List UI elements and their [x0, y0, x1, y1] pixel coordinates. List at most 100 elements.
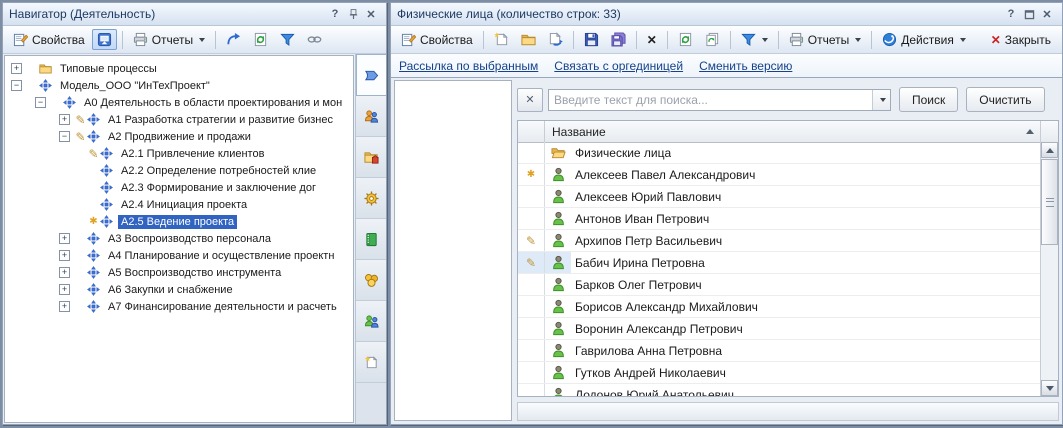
gear-icon	[364, 191, 379, 206]
properties-button[interactable]: Свойства	[8, 29, 90, 50]
tree-item-a2[interactable]: А2 Продвижение и продажи	[5, 128, 353, 145]
link-bind-orgunit[interactable]: Связать с оргединицей	[554, 59, 683, 73]
expander-plus-icon[interactable]	[59, 233, 70, 244]
reports-button[interactable]: Отчеты	[784, 29, 866, 50]
tree-item-model[interactable]: Модель_ООО "ИнТехПроект"	[5, 77, 353, 94]
copy-button[interactable]	[543, 29, 568, 50]
search-button[interactable]: Поиск	[899, 87, 958, 112]
tree-item-label: Типовые процессы	[57, 62, 160, 76]
link-change-version[interactable]: Сменить версию	[699, 59, 792, 73]
expander-plus-icon[interactable]	[59, 301, 70, 312]
tree-item-a3[interactable]: А3 Воспроизводство персонала	[5, 230, 353, 247]
table-row[interactable]: Алексеев Павел Александрович	[518, 164, 1041, 186]
category-management-button[interactable]	[356, 178, 386, 219]
expander-plus-icon[interactable]	[59, 250, 70, 261]
help-icon[interactable]	[1002, 6, 1020, 22]
tree-item-a5[interactable]: А5 Воспроизводство инструмента	[5, 264, 353, 281]
tree-item-a4[interactable]: А4 Планирование и осуществление проектн	[5, 247, 353, 264]
filter-button[interactable]	[736, 29, 773, 50]
expander-plus-icon[interactable]	[59, 114, 70, 125]
table-row[interactable]: Борисов Александр Михайлович	[518, 296, 1041, 318]
scrollbar-thumb[interactable]	[1041, 159, 1058, 245]
tree-item-a2-4[interactable]: А2.4 Инициация проекта	[5, 196, 353, 213]
filter-listbox[interactable]	[394, 80, 512, 421]
help-icon[interactable]	[326, 6, 344, 22]
category-notebook-button[interactable]	[356, 219, 386, 260]
table-row[interactable]: Алексеев Юрий Павлович	[518, 186, 1041, 208]
tree-item-a7[interactable]: А7 Финансирование деятельности и расчеть	[5, 298, 353, 315]
expander-plus-icon[interactable]	[59, 284, 70, 295]
tree-item-a2-1[interactable]: А2.1 Привлечение клиентов	[5, 145, 353, 162]
sync-navigator-button[interactable]	[92, 29, 117, 50]
category-resources-button[interactable]	[356, 260, 386, 301]
tree-item-a0[interactable]: А0 Деятельность в области проектирования…	[5, 94, 353, 111]
new-item-button[interactable]	[489, 29, 514, 50]
person-icon	[545, 230, 571, 251]
person-icon	[545, 296, 571, 317]
chevron-down-icon	[762, 38, 768, 42]
clear-button[interactable]: Очистить	[966, 87, 1044, 112]
pin-icon[interactable]	[344, 6, 362, 22]
expander-plus-icon[interactable]	[11, 63, 22, 74]
table-row[interactable]: Архипов Петр Васильевич	[518, 230, 1041, 252]
vertical-scrollbar[interactable]	[1040, 142, 1058, 396]
tree-item-typical-processes[interactable]: Типовые процессы	[5, 60, 353, 77]
new-folder-button[interactable]	[516, 29, 541, 50]
filter-button[interactable]	[275, 29, 300, 50]
refresh-button[interactable]	[673, 29, 698, 50]
table-row[interactable]: Воронин Александр Петрович	[518, 318, 1041, 340]
process-icon	[87, 113, 101, 126]
category-documents-button[interactable]	[356, 342, 386, 383]
close-list-button[interactable]: Закрыть	[985, 31, 1057, 49]
tree-item-a2-2[interactable]: А2.2 Определение потребностей клие	[5, 162, 353, 179]
link-mailing-selected[interactable]: Рассылка по выбранным	[399, 59, 538, 73]
process-tree: Типовые процессы Модель_ООО "ИнТехПроект…	[5, 56, 353, 315]
search-input[interactable]	[549, 91, 872, 109]
process-icon	[87, 283, 101, 296]
refresh-button[interactable]	[248, 29, 273, 50]
name-column-header[interactable]: Название	[545, 121, 1041, 142]
table-row[interactable]: Физические лица	[518, 142, 1041, 164]
marker-column-header[interactable]	[518, 121, 545, 142]
tree-item-a1[interactable]: А1 Разработка стратегии и развитие бизне…	[5, 111, 353, 128]
save-button[interactable]	[579, 29, 604, 50]
category-objects-button[interactable]	[356, 137, 386, 178]
category-processes-button[interactable]	[356, 54, 386, 96]
save-all-button[interactable]	[606, 29, 631, 50]
expander-plus-icon[interactable]	[59, 267, 70, 278]
expander-minus-icon[interactable]	[11, 80, 22, 91]
refresh-all-button[interactable]	[700, 29, 725, 50]
close-icon[interactable]	[1038, 6, 1056, 22]
delete-button[interactable]	[642, 30, 662, 50]
pencil-marker-icon	[74, 130, 87, 144]
search-dropdown-button[interactable]	[872, 90, 890, 110]
link-button[interactable]	[302, 29, 327, 50]
table-row-current[interactable]: Бабич Ирина Петровна	[518, 252, 1041, 274]
tree-item-a2-5-selected[interactable]: А2.5 Ведение проекта	[5, 213, 353, 230]
actions-button[interactable]: Действия	[877, 29, 971, 50]
folder-icon	[521, 32, 536, 47]
table-row[interactable]: Антонов Иван Петрович	[518, 208, 1041, 230]
expander-minus-icon[interactable]	[59, 131, 70, 142]
table-row[interactable]: Додонов Юрий Анатольевич	[518, 384, 1041, 396]
maximize-icon[interactable]	[1020, 6, 1038, 22]
close-icon[interactable]	[362, 6, 380, 22]
reports-button[interactable]: Отчеты	[128, 29, 210, 50]
scroll-up-button[interactable]	[1041, 142, 1058, 158]
tree-item-a6[interactable]: А6 Закупки и снабжение	[5, 281, 353, 298]
clear-search-icon[interactable]	[517, 88, 543, 112]
properties-button[interactable]: Свойства	[396, 29, 478, 50]
tree-item-a2-3[interactable]: А2.3 Формирование и заключение дог	[5, 179, 353, 196]
pencil-marker-icon	[74, 113, 87, 127]
sync-icon	[97, 32, 112, 47]
table-row[interactable]: Гутков Андрей Николаевич	[518, 362, 1041, 384]
category-subjects-button[interactable]	[356, 96, 386, 137]
scroll-down-button[interactable]	[1041, 380, 1058, 396]
table-row[interactable]: Барков Олег Петрович	[518, 274, 1041, 296]
grid-header: Название	[518, 121, 1058, 143]
expander-minus-icon[interactable]	[35, 97, 46, 108]
table-row[interactable]: Гаврилова Анна Петровна	[518, 340, 1041, 362]
toolbar-separator	[667, 31, 668, 49]
category-persons-button[interactable]	[356, 301, 386, 342]
goto-button[interactable]	[221, 29, 246, 50]
